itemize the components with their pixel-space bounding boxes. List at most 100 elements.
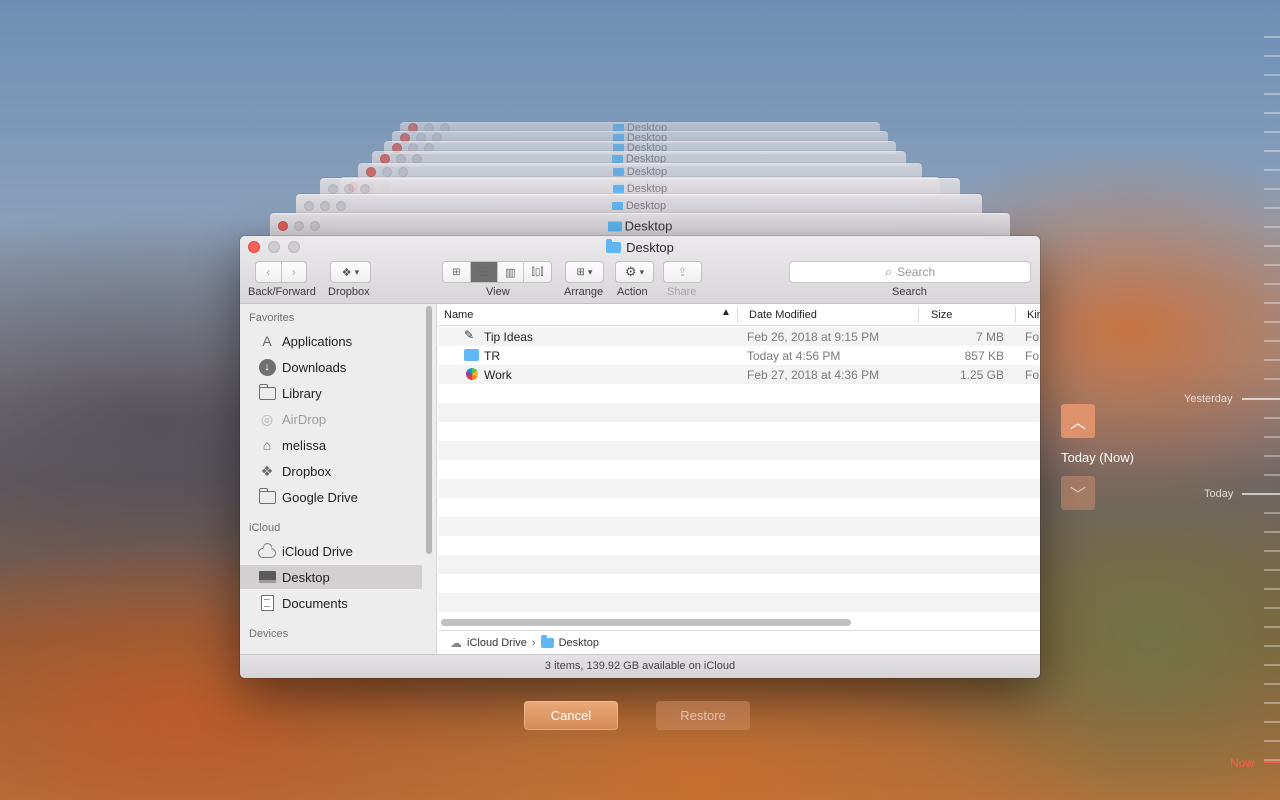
action-button[interactable]: ⚙ ▾ [615, 261, 654, 283]
table-row[interactable]: ✎ Tip Ideas Feb 26, 2018 at 9:15 PM 7 MB… [438, 327, 1040, 346]
sidebar-item-dropbox[interactable]: ❖ Dropbox [240, 459, 422, 483]
timeline-tick[interactable] [1264, 321, 1280, 323]
restore-button[interactable]: Restore [656, 701, 750, 730]
list-view-button[interactable]: ☰ [470, 262, 498, 282]
timeline-tick[interactable] [1264, 702, 1280, 704]
sidebar-scrollbar[interactable] [426, 306, 432, 554]
empty-row [438, 422, 1040, 441]
chevron-left-icon: ‹ [266, 265, 271, 279]
dropbox-label: Dropbox [328, 286, 370, 298]
column-view-button[interactable]: ▥ [498, 262, 525, 282]
cover-flow-icon: ⫿▯⫿ [531, 266, 544, 278]
timeline-tick[interactable] [1264, 474, 1280, 476]
path-item-icloud-drive[interactable]: iCloud Drive [467, 637, 527, 649]
timeline-tick[interactable] [1264, 740, 1280, 742]
timeline-tick[interactable] [1264, 550, 1280, 552]
chevron-down-icon: ﹀ [1069, 487, 1086, 504]
timeline-tick[interactable] [1264, 36, 1280, 38]
timeline-label-now[interactable]: Now [1230, 756, 1254, 770]
empty-row [438, 574, 1040, 593]
sidebar-item-icloud-drive[interactable]: iCloud Drive [240, 539, 422, 563]
cancel-button[interactable]: Cancel [524, 701, 618, 730]
file-size: 857 KB [964, 349, 1004, 363]
toolbar: Desktop ‹ › Back/Forward ❖ ▾ Dropbox ⊞ ☰… [240, 236, 1040, 304]
timeline-tick[interactable] [1264, 569, 1280, 571]
path-separator-icon: › [531, 636, 536, 649]
timeline-tick[interactable] [1264, 721, 1280, 723]
icon-view-button[interactable]: ⊞ [443, 262, 471, 282]
column-date-modified[interactable]: Date Modified [749, 309, 817, 321]
back-button[interactable]: ‹ [256, 262, 282, 282]
empty-row [438, 460, 1040, 479]
timeline-tick[interactable] [1264, 169, 1280, 171]
timeline-tick[interactable] [1264, 131, 1280, 133]
column-size[interactable]: Size [931, 309, 952, 321]
timeline-tick[interactable] [1264, 188, 1280, 190]
timeline-tick[interactable] [1264, 417, 1280, 419]
forward-button[interactable]: › [282, 262, 307, 282]
empty-row [438, 555, 1040, 574]
cover-flow-button[interactable]: ⫿▯⫿ [524, 262, 551, 282]
timeline-tick[interactable] [1264, 359, 1280, 361]
arrange-button[interactable]: ⊞ ▾ [565, 261, 604, 283]
timeline-tick[interactable] [1264, 226, 1280, 228]
timeline-tick[interactable] [1264, 55, 1280, 57]
timeline-tick[interactable] [1264, 512, 1280, 514]
timeline-tick[interactable] [1264, 245, 1280, 247]
share-button[interactable]: ⇪ [663, 261, 702, 283]
timeline-tick[interactable] [1264, 93, 1280, 95]
timeline-tick[interactable] [1264, 626, 1280, 628]
table-row[interactable]: Work Feb 27, 2018 at 4:36 PM 1.25 GB Fo [438, 365, 1040, 384]
timeline-tick[interactable] [1264, 302, 1280, 304]
sidebar-header-favorites: Favorites [249, 312, 295, 324]
dropbox-button[interactable]: ❖ ▾ [330, 261, 371, 283]
column-name[interactable]: Name [444, 309, 473, 321]
timeline-tick[interactable] [1264, 150, 1280, 152]
timeline-tick[interactable] [1264, 436, 1280, 438]
view-label: View [486, 286, 510, 298]
timeline-tick[interactable] [1264, 378, 1280, 380]
path-item-desktop[interactable]: Desktop [559, 637, 599, 649]
share-label: Share [667, 286, 697, 298]
timeline-tick-now[interactable] [1264, 761, 1280, 763]
horizontal-scrollbar[interactable] [441, 619, 851, 626]
file-rows: ✎ Tip Ideas Feb 26, 2018 at 9:15 PM 7 MB… [438, 327, 1040, 612]
arrange-label: Arrange [564, 286, 604, 298]
sidebar-item-home[interactable]: ⌂ melissa [240, 433, 422, 457]
timeline-tick[interactable] [1242, 493, 1280, 495]
cloud-icon: ☁ [450, 635, 462, 650]
timeline-tick[interactable] [1264, 74, 1280, 76]
timeline-tick[interactable] [1264, 531, 1280, 533]
documents-icon [258, 594, 276, 612]
table-row[interactable]: TR Today at 4:56 PM 857 KB Fo [438, 346, 1040, 365]
sidebar-item-airdrop[interactable]: ◎ AirDrop [240, 407, 422, 431]
timeline-tick[interactable] [1264, 207, 1280, 209]
timeline-tick[interactable] [1264, 455, 1280, 457]
time-machine-timeline[interactable]: Yesterday Today Now [1180, 0, 1280, 800]
timeline-tick[interactable] [1264, 607, 1280, 609]
timeline-tick[interactable] [1264, 664, 1280, 666]
timeline-tick[interactable] [1264, 340, 1280, 342]
sidebar-item-documents[interactable]: Documents [240, 591, 422, 615]
timeline-tick[interactable] [1264, 683, 1280, 685]
sidebar-item-applications[interactable]: A Applications [240, 329, 422, 353]
timeline-tick[interactable] [1264, 112, 1280, 114]
sidebar-item-desktop[interactable]: Desktop [240, 565, 422, 589]
finder-window: Desktop ‹ › Back/Forward ❖ ▾ Dropbox ⊞ ☰… [240, 236, 1040, 678]
timeline-tick[interactable] [1264, 588, 1280, 590]
sidebar-item-library[interactable]: Library [240, 381, 422, 405]
timeline-tick[interactable] [1264, 283, 1280, 285]
timeline-label-today[interactable]: Today [1204, 488, 1233, 500]
backup-newer-button[interactable]: ﹀ [1061, 476, 1095, 510]
sidebar-item-downloads[interactable]: ↓ Downloads [240, 355, 422, 379]
backup-older-button[interactable]: ︿ [1061, 404, 1095, 438]
timeline-tick[interactable] [1264, 264, 1280, 266]
timeline-tick[interactable] [1242, 398, 1280, 400]
timeline-tick[interactable] [1264, 645, 1280, 647]
apple-logo-icon [466, 368, 478, 380]
search-field[interactable]: ⌕ Search [789, 261, 1031, 283]
column-kind[interactable]: Kind [1027, 309, 1040, 321]
sidebar-item-google-drive[interactable]: Google Drive [240, 485, 422, 509]
file-kind: Fo [1025, 349, 1040, 363]
timeline-label-yesterday[interactable]: Yesterday [1184, 393, 1233, 405]
